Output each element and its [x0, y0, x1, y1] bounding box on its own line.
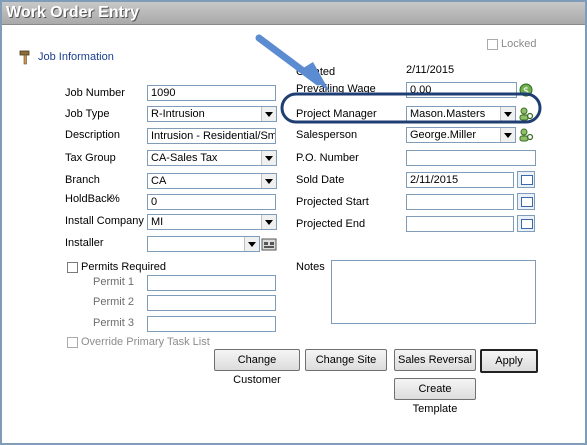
- install-company-select[interactable]: MI: [147, 214, 277, 230]
- installer-lookup-icon[interactable]: [261, 236, 277, 252]
- chevron-down-icon[interactable]: [261, 215, 276, 229]
- permit1-label: Permit 1: [93, 276, 134, 288]
- sold-date-field[interactable]: 2/11/2015: [406, 172, 514, 188]
- change-customer-button[interactable]: Change Customer: [214, 349, 300, 386]
- permit3-label: Permit 3: [93, 317, 134, 329]
- tax-group-select[interactable]: CA-Sales Tax: [147, 150, 277, 166]
- projected-end-field[interactable]: [406, 216, 514, 232]
- branch-select[interactable]: CA: [147, 173, 277, 189]
- permit2-label: Permit 2: [93, 296, 134, 308]
- override-task-list-label: Override Primary Task List: [81, 336, 210, 348]
- permit1-field[interactable]: [147, 275, 276, 291]
- holdback-label: HoldBack: [65, 193, 113, 205]
- job-number-field[interactable]: 1090: [147, 85, 276, 101]
- prevailing-wage-field[interactable]: 0.00: [406, 82, 517, 98]
- branch-value: CA: [151, 175, 167, 187]
- hammer-icon: [19, 50, 30, 65]
- chevron-down-icon[interactable]: [261, 151, 276, 165]
- chevron-down-icon[interactable]: [261, 174, 276, 188]
- project-manager-value: Mason.Masters: [410, 108, 486, 120]
- branch-label: Branch: [65, 174, 100, 186]
- tax-group-label: Tax Group: [65, 152, 116, 164]
- chevron-down-icon[interactable]: [500, 107, 515, 121]
- permits-required-checkbox[interactable]: [67, 262, 78, 273]
- tax-group-value: CA-Sales Tax: [151, 152, 218, 164]
- person-lookup-icon[interactable]: [518, 127, 534, 143]
- create-template-button[interactable]: Create Template: [394, 378, 476, 415]
- chevron-down-icon[interactable]: [261, 107, 276, 121]
- notes-textarea[interactable]: [331, 260, 536, 324]
- chevron-down-icon[interactable]: [244, 237, 259, 251]
- job-type-label: Job Type: [65, 108, 110, 120]
- installer-label: Installer: [65, 237, 104, 249]
- calendar-icon[interactable]: [517, 171, 535, 188]
- permits-required-label: Permits Required: [81, 261, 166, 273]
- prevailing-wage-label: Prevailing Wage: [296, 83, 376, 95]
- installer-select[interactable]: [147, 236, 260, 252]
- po-number-label: P.O. Number: [296, 152, 359, 164]
- po-number-field[interactable]: [406, 150, 536, 166]
- calendar-icon[interactable]: [517, 215, 535, 232]
- svg-text:$: $: [523, 86, 529, 97]
- section-title: Job Information: [38, 51, 114, 63]
- projected-start-field[interactable]: [406, 194, 514, 210]
- permit3-field[interactable]: [147, 316, 276, 332]
- job-type-value: R-Intrusion: [151, 108, 205, 120]
- change-site-button[interactable]: Change Site: [305, 349, 387, 371]
- description-field[interactable]: Intrusion - Residential/Small Co: [147, 128, 276, 144]
- description-label: Description: [65, 129, 121, 141]
- sold-date-label: Sold Date: [296, 174, 345, 186]
- salesperson-value: George.Miller: [410, 129, 477, 141]
- person-lookup-icon[interactable]: [518, 106, 534, 122]
- holdback-percent-label: %: [110, 193, 120, 205]
- project-manager-select[interactable]: Mason.Masters: [406, 106, 516, 122]
- created-value: 2/11/2015: [406, 64, 455, 76]
- created-label: Created: [296, 66, 336, 78]
- title-bar: Work Order Entry: [2, 2, 585, 25]
- chevron-down-icon[interactable]: [500, 128, 515, 142]
- salesperson-select[interactable]: George.Miller: [406, 127, 516, 143]
- override-task-list-checkbox[interactable]: [67, 337, 78, 348]
- projected-end-label: Projected End: [296, 218, 366, 230]
- window-title: Work Order Entry: [6, 4, 140, 21]
- apply-button[interactable]: Apply: [480, 349, 538, 373]
- project-manager-label: Project Manager: [296, 108, 377, 120]
- salesperson-label: Salesperson: [296, 129, 358, 141]
- holdback-field[interactable]: 0: [147, 194, 276, 210]
- permit2-field[interactable]: [147, 295, 276, 311]
- calendar-icon[interactable]: [517, 193, 535, 210]
- work-order-window: Work Order Entry Job Information Locked …: [0, 0, 587, 445]
- job-number-label: Job Number: [65, 87, 125, 99]
- money-icon[interactable]: $: [518, 82, 534, 98]
- install-company-label: Install Company: [65, 215, 144, 227]
- install-company-value: MI: [151, 216, 164, 228]
- locked-checkbox[interactable]: [487, 39, 498, 50]
- sales-reversal-button[interactable]: Sales Reversal: [394, 349, 476, 371]
- projected-start-label: Projected Start: [296, 196, 369, 208]
- notes-label: Notes: [296, 261, 325, 273]
- locked-label: Locked: [501, 38, 537, 50]
- job-type-select[interactable]: R-Intrusion: [147, 106, 277, 122]
